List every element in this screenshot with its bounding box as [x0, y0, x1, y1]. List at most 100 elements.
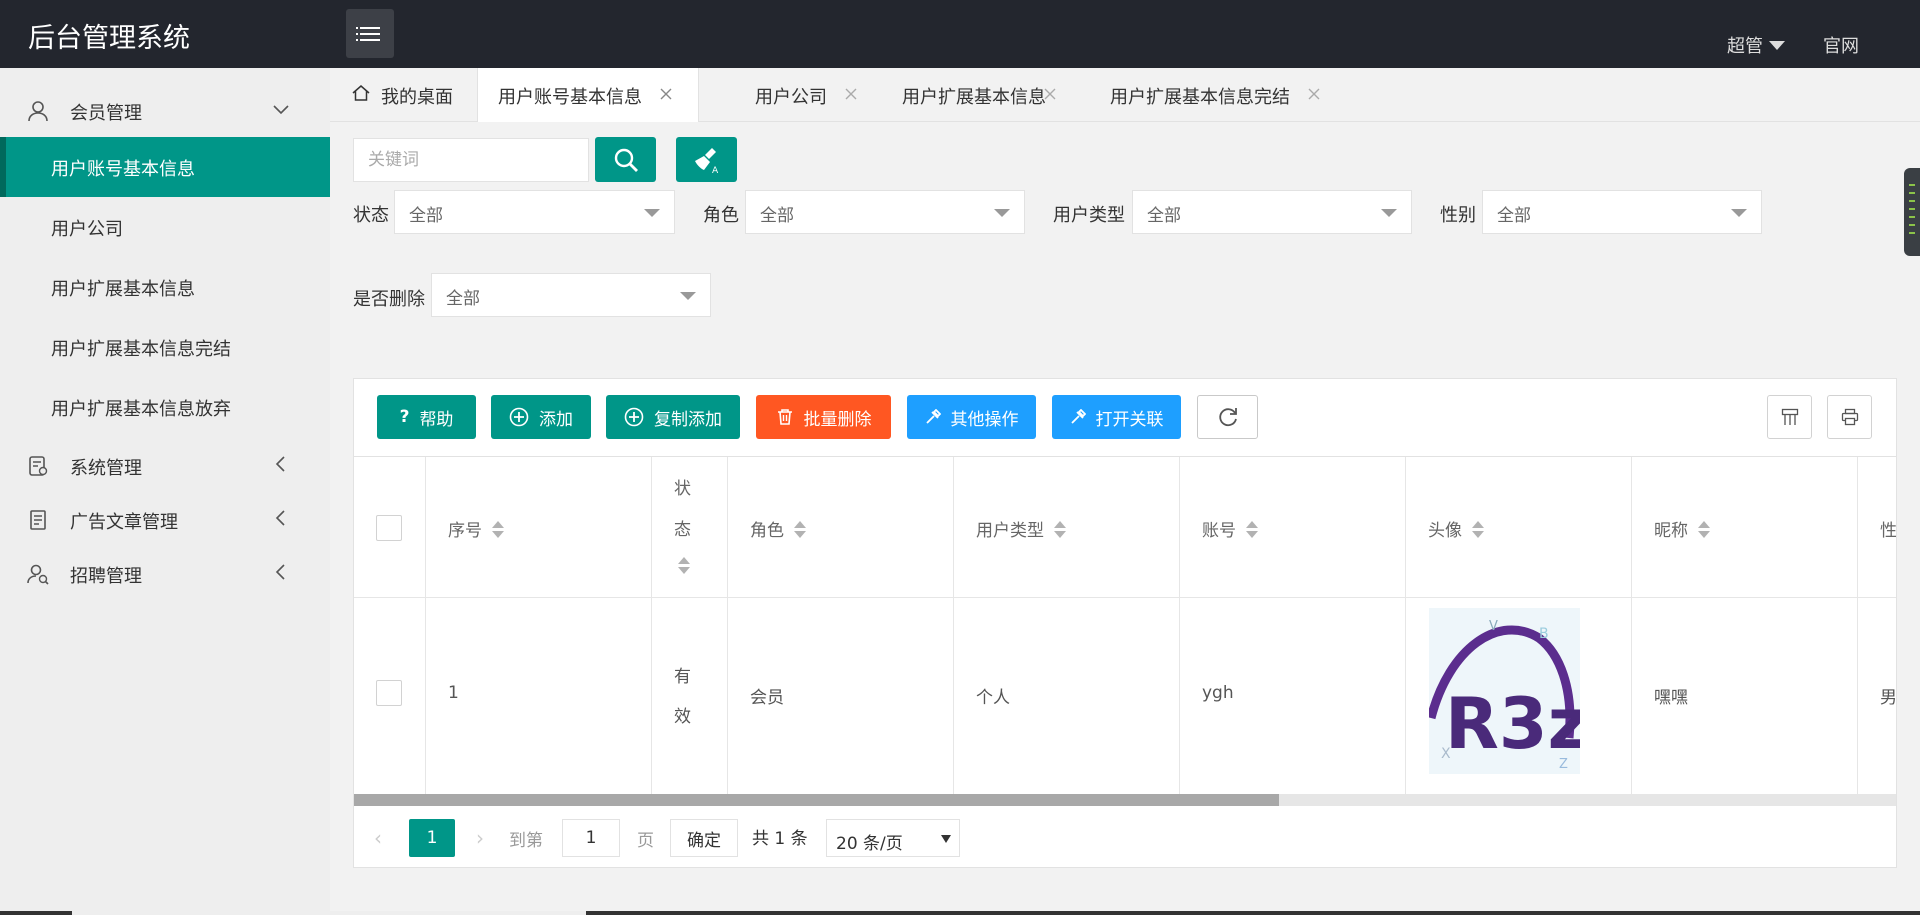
tab-user-extension-done[interactable]: 用户扩展基本信息完结 [1046, 68, 1646, 122]
prev-page-icon[interactable]: ‹ [374, 826, 382, 850]
header-cell-nickname[interactable]: 昵称 [1632, 457, 1858, 598]
app-title: 后台管理系统 [28, 23, 190, 54]
tab-label: 用户扩展基本信息完结 [1110, 87, 1290, 108]
sidebar-item-user-account[interactable]: 用户账号基本信息 [0, 137, 330, 197]
sidebar-group-member[interactable]: 会员管理 [0, 88, 330, 132]
cell-value: 效 [674, 707, 691, 727]
other-operations-button[interactable]: 其他操作 [907, 395, 1036, 439]
deleted-select[interactable]: 全部 [431, 273, 711, 317]
button-label: 其他操作 [950, 409, 1019, 430]
sort-icon[interactable] [1472, 521, 1484, 539]
page-size-value: 20 条/页 [836, 834, 903, 854]
dropdown-arrow-icon [941, 835, 951, 843]
refresh-icon [1218, 408, 1237, 427]
copy-add-button[interactable]: 复制添加 [606, 395, 740, 439]
row-cell-role: 会员 [728, 598, 954, 794]
row-cell-avatar: V B X Z R3z [1406, 598, 1632, 794]
sidebar-group-system[interactable]: 系统管理 [0, 443, 330, 487]
row-cell-checkbox [354, 598, 426, 794]
tab-user-company[interactable]: 用户公司 [699, 68, 857, 122]
goto-page-input[interactable] [562, 819, 620, 857]
scrollbar-thumb[interactable] [354, 794, 1280, 806]
columns-icon [1781, 408, 1798, 425]
header-cell-account[interactable]: 账号 [1180, 457, 1406, 598]
home-icon [352, 85, 370, 101]
dropdown-arrow-icon [680, 292, 696, 300]
table-row[interactable]: 1 有 效 会员 个人 ygh V B X Z R3z 嘿嘿 男 [354, 598, 1896, 794]
cell-value: 会员 [750, 688, 784, 708]
header-label: 头像 [1428, 521, 1462, 541]
sidebar-item-user-company[interactable]: 用户公司 [0, 197, 330, 257]
header-label: 性 [1880, 521, 1896, 541]
user-name: 超管 [1727, 36, 1763, 57]
goto-confirm-button[interactable]: 确定 [670, 819, 738, 857]
clear-filter-button[interactable]: A [676, 137, 737, 182]
header-cell-status[interactable]: 状 态 [652, 457, 728, 598]
row-cell-status: 有 效 [652, 598, 728, 794]
search-button[interactable] [595, 137, 656, 182]
role-select[interactable]: 全部 [745, 190, 1025, 234]
tab-bar: 我的桌面 用户账号基本信息 用户公司 用户扩展基本信息 用户扩展基本信息完结 [330, 68, 1920, 122]
sidebar-item-user-extension-done[interactable]: 用户扩展基本信息完结 [0, 317, 330, 377]
side-widget-handle[interactable] [1904, 168, 1920, 256]
header-cell-role[interactable]: 角色 [728, 457, 954, 598]
gender-filter-label: 性别 [1440, 205, 1476, 226]
keyword-search-input[interactable] [353, 138, 589, 182]
sort-icon[interactable] [678, 557, 690, 575]
header-cell-avatar[interactable]: 头像 [1406, 457, 1632, 598]
column-filter-button[interactable] [1767, 395, 1812, 439]
button-label: 打开关联 [1095, 409, 1164, 430]
total-count: 共 1 条 [752, 829, 808, 849]
sidebar-item-label: 用户扩展基本信息完结 [51, 339, 231, 360]
user-type-select[interactable]: 全部 [1132, 190, 1412, 234]
horizontal-scrollbar[interactable] [354, 794, 1896, 806]
user-menu[interactable]: 超管 [1727, 32, 1785, 58]
official-site-link[interactable]: 官网 [1823, 32, 1859, 58]
dropdown-arrow-icon [1731, 209, 1747, 217]
sort-icon[interactable] [1246, 521, 1258, 539]
add-button[interactable]: 添加 [491, 395, 591, 439]
data-table: 序号 状 态 角色 用户类型 账号 头像 昵称 性 1 有 效 会员 个人 yg… [354, 457, 1896, 797]
chevron-left-icon [275, 564, 285, 580]
system-icon [29, 456, 48, 476]
header-cell-user-type[interactable]: 用户类型 [954, 457, 1180, 598]
tab-my-desktop[interactable]: 我的桌面 [330, 68, 476, 122]
dropdown-arrow-icon [644, 209, 660, 217]
close-icon[interactable] [659, 87, 673, 101]
sort-icon[interactable] [1054, 521, 1066, 539]
article-icon [30, 510, 46, 530]
row-cell-gender: 男 [1858, 598, 1896, 794]
sidebar-group-label: 会员管理 [70, 103, 142, 124]
refresh-button[interactable] [1197, 395, 1258, 439]
menu-toggle-button[interactable] [346, 9, 394, 58]
sidebar-group-recruit[interactable]: 招聘管理 [0, 551, 330, 595]
tab-user-extension[interactable]: 用户扩展基本信息 [852, 68, 1056, 122]
open-link-button[interactable]: 打开关联 [1052, 395, 1181, 439]
header-cell-seq[interactable]: 序号 [426, 457, 652, 598]
sidebar-item-user-extension[interactable]: 用户扩展基本信息 [0, 257, 330, 317]
sort-icon[interactable] [1698, 521, 1710, 539]
question-icon: ? [399, 407, 410, 427]
sort-icon[interactable] [492, 521, 504, 539]
sidebar-item-user-extension-abandon[interactable]: 用户扩展基本信息放弃 [0, 377, 330, 437]
sort-icon[interactable] [794, 521, 806, 539]
next-page-icon[interactable]: › [476, 826, 484, 850]
current-page-button[interactable]: 1 [409, 819, 455, 857]
gender-select[interactable]: 全部 [1482, 190, 1762, 234]
help-button[interactable]: ? 帮助 [377, 395, 476, 439]
header-cell-gender[interactable]: 性 [1858, 457, 1896, 598]
batch-delete-button[interactable]: 批量删除 [756, 395, 891, 439]
close-icon[interactable] [1307, 87, 1321, 101]
add-circle-icon [624, 407, 644, 427]
header-label: 用户类型 [976, 521, 1044, 541]
avatar-image[interactable]: V B X Z R3z [1429, 608, 1580, 774]
sidebar-group-article[interactable]: 广告文章管理 [0, 497, 330, 541]
header-label: 角色 [750, 521, 784, 541]
select-all-checkbox[interactable] [376, 515, 402, 541]
page-size-select[interactable]: 20 条/页 [826, 819, 960, 857]
row-checkbox[interactable] [376, 680, 402, 706]
status-select[interactable]: 全部 [394, 190, 675, 234]
tab-user-account[interactable]: 用户账号基本信息 [477, 68, 699, 122]
print-button[interactable] [1827, 395, 1872, 439]
role-filter-label: 角色 [703, 205, 739, 226]
